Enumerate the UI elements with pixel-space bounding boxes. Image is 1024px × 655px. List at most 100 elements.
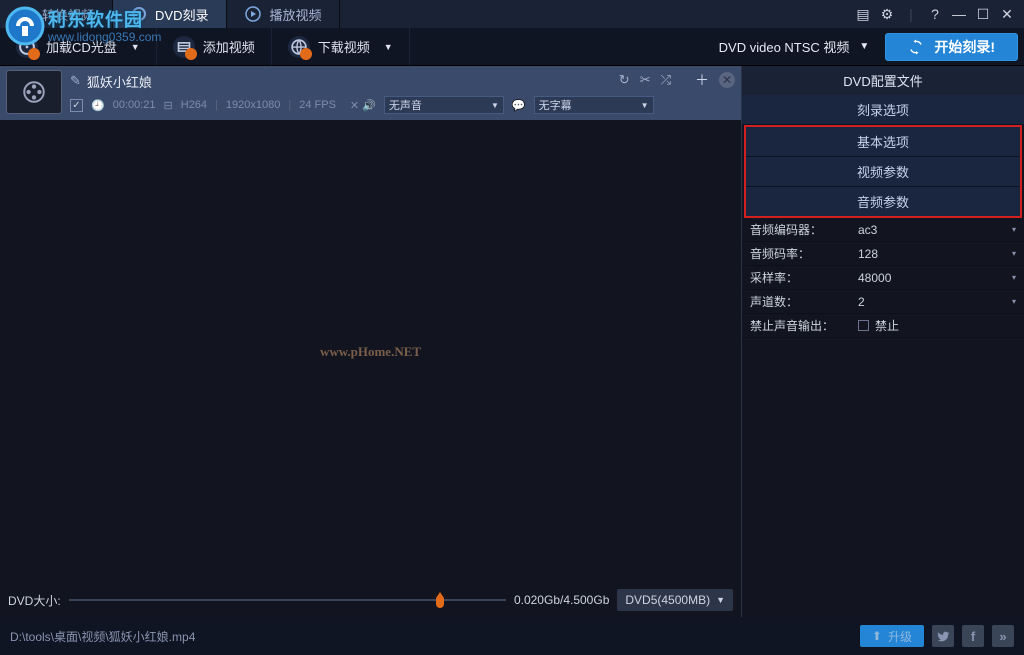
load-cd-label: 加载CD光盘	[46, 37, 117, 56]
chevron-down-icon: ▼	[859, 41, 869, 52]
checkbox[interactable]	[858, 320, 869, 331]
row-mute: 禁止声音输出： 禁止	[742, 314, 1024, 338]
disc-dropdown[interactable]: DVD5(4500MB) ▼	[617, 589, 733, 611]
chevron-down-icon: ▼	[131, 42, 140, 52]
watermark-text: www.pHome.NET	[320, 344, 421, 360]
add-video-label: 添加视频	[203, 37, 255, 56]
start-label: 开始刻录!	[934, 37, 995, 57]
label-audio-encoder: 音频编码器：	[742, 221, 850, 238]
remove-icon[interactable]: ✕	[719, 72, 735, 88]
profile-dropdown[interactable]: DVD video NTSC 视频 ▼	[707, 37, 882, 56]
left-panel: ✎ 狐妖小红娘 ✓ 🕘 00:00:21 ⊟ H264 | 1920x1080 …	[0, 66, 742, 617]
chevron-down-icon: ▼	[491, 101, 499, 110]
facebook-icon[interactable]: f	[962, 625, 984, 647]
load-cd-button[interactable]: 加载CD光盘 ▼	[0, 28, 157, 65]
menu-icon[interactable]: ▤	[854, 6, 872, 23]
cut-icon[interactable]: ✂	[640, 72, 651, 88]
play-icon	[245, 6, 261, 22]
label-sample-rate: 采样率：	[742, 269, 850, 286]
upgrade-button[interactable]: ⬆ 升级	[860, 625, 924, 647]
chevron-down-icon: ▼	[716, 595, 725, 605]
film-icon: ⊟	[164, 99, 173, 112]
basic-option-item[interactable]: 基本选项	[746, 127, 1020, 157]
label-channels: 声道数：	[742, 293, 850, 310]
pencil-icon[interactable]: ✎	[70, 73, 81, 89]
add-video-button[interactable]: 添加视频	[157, 28, 272, 65]
minimize-icon[interactable]: —	[950, 6, 968, 22]
chevron-down-icon: ▾	[1012, 249, 1016, 258]
maximize-icon[interactable]: ☐	[974, 6, 992, 23]
convert-icon	[18, 6, 34, 22]
file-path: D:\tools\桌面\视频\狐妖小红娘.mp4	[10, 628, 195, 645]
file-header: ✎ 狐妖小红娘 ✓ 🕘 00:00:21 ⊟ H264 | 1920x1080 …	[0, 66, 741, 120]
subtitle-value: 无字幕	[539, 97, 572, 113]
shuffle-icon[interactable]: ⤮	[661, 72, 671, 88]
value-channels[interactable]: 2▾	[850, 295, 1024, 309]
codec: H264	[181, 99, 207, 111]
size-slider[interactable]	[69, 596, 506, 604]
row-audio-encoder: 音频编码器： ac3▾	[742, 218, 1024, 242]
value-audio-bitrate[interactable]: 128▾	[850, 247, 1024, 261]
more-icon[interactable]: »	[992, 625, 1014, 647]
resolution: 1920x1080	[226, 99, 280, 111]
chevron-down-icon: ▼	[384, 42, 393, 52]
download-video-label: 下载视频	[318, 37, 370, 56]
row-channels: 声道数： 2▾	[742, 290, 1024, 314]
clock-icon: 🕘	[91, 99, 105, 112]
download-video-button[interactable]: 下载视频 ▼	[272, 28, 410, 65]
gear-icon[interactable]: ⚙	[878, 6, 896, 23]
chevron-down-icon: ▾	[1012, 297, 1016, 306]
help-icon[interactable]: ?	[926, 6, 944, 22]
start-burn-button[interactable]: 开始刻录!	[885, 33, 1018, 61]
add-icon[interactable]: ＋	[695, 70, 709, 90]
disc-add-icon	[16, 36, 38, 58]
video-params-item[interactable]: 视频参数	[746, 157, 1020, 187]
sep: |	[902, 6, 920, 22]
size-row: DVD大小: 0.020Gb/4.500Gb DVD5(4500MB) ▼	[0, 583, 741, 617]
profile-label: DVD video NTSC 视频	[719, 37, 850, 56]
tab-label: DVD刻录	[155, 5, 208, 24]
refresh-icon[interactable]: ↻	[619, 72, 630, 88]
label-audio-bitrate: 音频码率：	[742, 245, 850, 262]
reel-icon	[21, 79, 47, 105]
titlebar: 转换视频 DVD刻录 播放视频 ▤ ⚙ | ? — ☐ ✕	[0, 0, 1024, 28]
duration: 00:00:21	[113, 99, 156, 111]
audio-value: 无声音	[389, 97, 422, 113]
size-label: DVD大小:	[8, 592, 61, 609]
row-sample-rate: 采样率： 48000▾	[742, 266, 1024, 290]
disc-icon	[131, 6, 147, 22]
tab-label: 播放视频	[269, 5, 321, 24]
film-add-icon	[173, 36, 195, 58]
toolbar: 加载CD光盘 ▼ 添加视频 下载视频 ▼ DVD video NTSC 视频 ▼…	[0, 28, 1024, 66]
chevron-down-icon: ▼	[641, 101, 649, 110]
tab-play[interactable]: 播放视频	[227, 0, 340, 28]
arrow-up-icon: ⬆	[872, 629, 882, 643]
slider-thumb-icon[interactable]	[432, 592, 448, 608]
tab-convert[interactable]: 转换视频	[0, 0, 113, 28]
chevron-down-icon: ▾	[1012, 225, 1016, 234]
twitter-icon[interactable]	[932, 625, 954, 647]
audio-form: 音频编码器： ac3▾ 音频码率： 128▾ 采样率： 48000▾ 声道数： …	[742, 218, 1024, 338]
audio-params-item[interactable]: 音频参数	[746, 187, 1020, 216]
value-audio-encoder[interactable]: ac3▾	[850, 223, 1024, 237]
thumbnail[interactable]	[6, 70, 62, 114]
audio-select[interactable]: 无声音 ▼	[384, 96, 504, 114]
main: ✎ 狐妖小红娘 ✓ 🕘 00:00:21 ⊟ H264 | 1920x1080 …	[0, 66, 1024, 617]
subtitle-select[interactable]: 无字幕 ▼	[534, 96, 654, 114]
tab-dvd[interactable]: DVD刻录	[113, 0, 227, 28]
file-meta: ✓ 🕘 00:00:21 ⊟ H264 | 1920x1080 | 24 FPS…	[70, 94, 735, 116]
burn-options-item[interactable]: 刻录选项	[742, 95, 1024, 125]
value-sample-rate[interactable]: 48000▾	[850, 271, 1024, 285]
profile-header: DVD配置文件	[742, 66, 1024, 95]
close-icon[interactable]: ✕	[998, 6, 1016, 23]
disc-value: DVD5(4500MB)	[625, 593, 710, 607]
globe-add-icon	[288, 36, 310, 58]
tab-label: 转换视频	[42, 5, 94, 24]
subtitle-icon: 💬	[512, 99, 526, 112]
file-actions: ↻ ✂ ⤮ ＋ ✕	[619, 70, 735, 90]
checkbox[interactable]: ✓	[70, 99, 83, 112]
preview-canvas: www.pHome.NET	[0, 120, 741, 583]
value-mute[interactable]: 禁止	[850, 317, 1024, 334]
file-title: 狐妖小红娘	[87, 72, 152, 91]
highlighted-section: 基本选项 视频参数 音频参数	[744, 125, 1022, 218]
